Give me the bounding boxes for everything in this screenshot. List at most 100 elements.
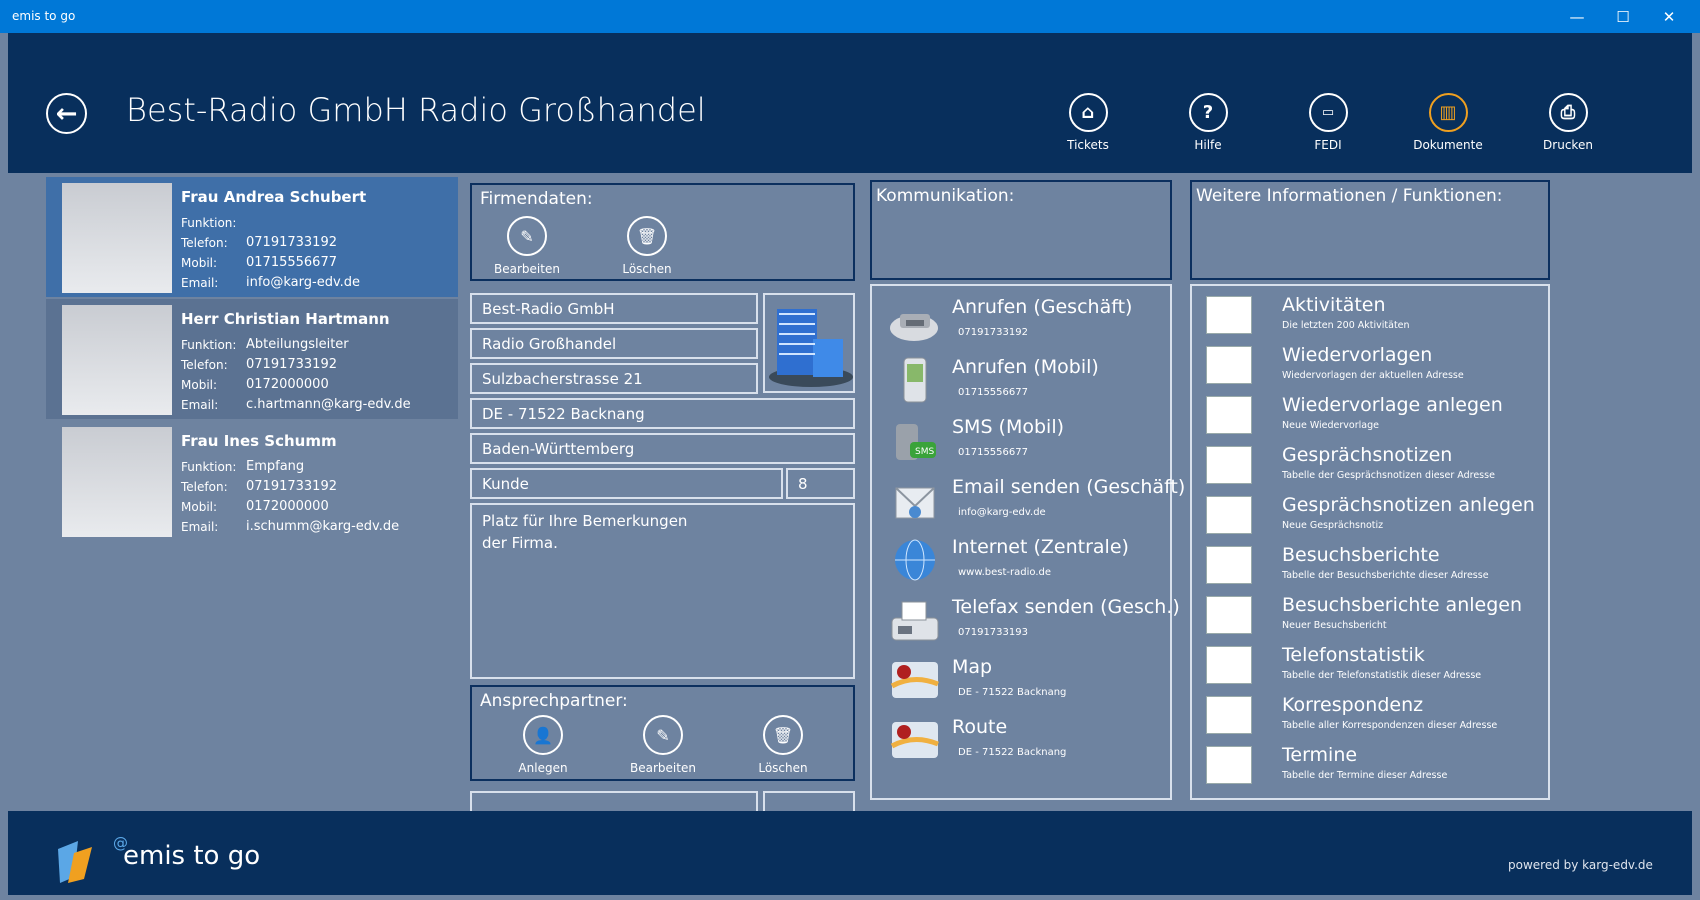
help-icon: ?: [1188, 93, 1228, 132]
kommunikation-title: Kommunikation:: [876, 186, 1015, 206]
documents-label: Dokumente: [1413, 138, 1483, 152]
info-subtitle: Tabelle der Gesprächsnotizen dieser Adre…: [1282, 470, 1495, 481]
minimize-button[interactable]: —: [1554, 0, 1600, 33]
telefon-value: 07191733192: [246, 357, 337, 372]
info-list-item[interactable]: Telefonstatistik Tabelle der Telefonstat…: [1206, 644, 1546, 694]
mobil-value: 0172000000: [246, 377, 329, 392]
help-button[interactable]: ? Hilfe: [1158, 93, 1258, 152]
comm-subtitle: 01715556677: [958, 447, 1028, 458]
building-image: [763, 293, 855, 393]
edit-contact-button[interactable]: ✎ Bearbeiten: [618, 715, 708, 775]
window-titlebar: emis to go — ☐ ✕: [0, 0, 1700, 33]
documents-button[interactable]: ▥ Dokumente: [1398, 93, 1498, 152]
print-button[interactable]: ⎙ Drucken: [1518, 93, 1618, 152]
close-button[interactable]: ✕: [1646, 0, 1692, 33]
email-icon: [895, 487, 935, 519]
table-icon: [1206, 696, 1252, 734]
sms-icon: SMS: [896, 424, 936, 460]
page-title: Best-Radio GmbH Radio Großhandel: [126, 91, 706, 129]
weitere-title: Weitere Informationen / Funktionen:: [1196, 186, 1503, 206]
info-list-item[interactable]: Termine Tabelle der Termine dieser Adres…: [1206, 744, 1546, 794]
info-list-item[interactable]: Wiedervorlage anlegen Neue Wiedervorlage: [1206, 394, 1546, 444]
info-title: Besuchsberichte anlegen: [1282, 594, 1523, 616]
help-label: Hilfe: [1194, 138, 1222, 152]
delete-contact-button[interactable]: 🗑 Löschen: [738, 715, 828, 775]
funktion-value: Abteilungsleiter: [246, 337, 349, 352]
map-icon: [890, 662, 939, 698]
internet-item[interactable]: Internet (Zentrale) www.best-radio.de: [888, 536, 1168, 594]
email-item[interactable]: Email senden (Geschäft) info@karg-edv.de: [888, 476, 1185, 534]
info-list-item[interactable]: Aktivitäten Die letzten 200 Aktivitäten: [1206, 294, 1546, 344]
delete-label: Löschen: [758, 761, 808, 775]
info-subtitle: Tabelle der Telefonstatistik dieser Adre…: [1282, 670, 1482, 681]
contact-card[interactable]: Herr Christian Hartmann Funktion: Abteil…: [46, 299, 458, 419]
footer-bar: @ emis to go powered by karg-edv.de: [8, 811, 1692, 895]
info-list-item[interactable]: Gesprächsnotizen anlegen Neue Gesprächsn…: [1206, 494, 1546, 544]
back-button[interactable]: ←: [46, 93, 87, 134]
app-window: ← Best-Radio GmbH Radio Großhandel ⌂ Tic…: [8, 33, 1692, 895]
map-item[interactable]: Map DE - 71522 Backnang: [888, 656, 1168, 714]
fedi-button[interactable]: ▭ FEDI: [1278, 93, 1378, 152]
info-list-item[interactable]: Besuchsberichte Tabelle der Besuchsberic…: [1206, 544, 1546, 594]
comm-subtitle: www.best-radio.de: [958, 567, 1052, 578]
customer-type-field[interactable]: Kunde: [470, 468, 783, 499]
customer-number-field[interactable]: 8: [786, 468, 855, 499]
info-list-item[interactable]: Wiedervorlagen Wiedervorlagen der aktuel…: [1206, 344, 1546, 394]
delete-company-button[interactable]: 🗑 Löschen: [602, 216, 692, 276]
trash-icon: 🗑: [763, 715, 803, 755]
info-title: Termine: [1282, 744, 1358, 766]
pencil-icon: ✎: [507, 216, 547, 256]
fax-item[interactable]: Telefax senden (Gesch.) 07191733193: [888, 596, 1180, 654]
maximize-button[interactable]: ☐: [1600, 0, 1646, 33]
call-mobile-item[interactable]: Anrufen (Mobil) 01715556677: [888, 356, 1168, 414]
email-value: info@karg-edv.de: [246, 275, 361, 290]
info-list-item[interactable]: Gesprächsnotizen Tabelle der Gesprächsno…: [1206, 444, 1546, 494]
edit-company-button[interactable]: ✎ Bearbeiten: [482, 216, 572, 276]
contact-card[interactable]: Frau Ines Schumm Funktion: Empfang Telef…: [46, 421, 458, 541]
table-icon: [1206, 646, 1252, 684]
avatar: [62, 183, 172, 293]
comm-title: Map: [952, 656, 993, 678]
tickets-button[interactable]: ⌂ Tickets: [1038, 93, 1138, 152]
delete-label: Löschen: [622, 262, 672, 276]
print-icon: ⎙: [1548, 93, 1588, 132]
street-field[interactable]: Sulzbacherstrasse 21: [470, 363, 758, 394]
comm-subtitle: DE - 71522 Backnang: [958, 687, 1067, 698]
svg-text:SMS: SMS: [915, 447, 934, 457]
remarks-textarea[interactable]: Platz für Ihre Bemerkungen der Firma.: [470, 503, 855, 679]
kommunikation-list: Anrufen (Geschäft) 07191733192 Anrufen (…: [870, 284, 1185, 800]
partial-field: [470, 791, 758, 811]
comm-title: SMS (Mobil): [952, 416, 1065, 438]
firmendaten-title: Firmendaten:: [480, 189, 593, 209]
partial-image: [763, 791, 855, 811]
sms-item[interactable]: SMS SMS (Mobil) 01715556677: [888, 416, 1168, 474]
info-subtitle: Wiedervorlagen der aktuellen Adresse: [1282, 370, 1464, 381]
route-item[interactable]: Route DE - 71522 Backnang: [888, 716, 1168, 774]
state-field[interactable]: Baden-Württemberg: [470, 433, 855, 464]
contact-card[interactable]: Frau Andrea Schubert Funktion: Telefon: …: [46, 177, 458, 297]
table-edit-icon: [1206, 396, 1252, 434]
info-list-item[interactable]: Korrespondenz Tabelle aller Korresponden…: [1206, 694, 1546, 744]
table-edit-icon: [1206, 496, 1252, 534]
call-business-item[interactable]: Anrufen (Geschäft) 07191733192: [888, 296, 1168, 354]
info-list-item[interactable]: Besuchsberichte anlegen Neuer Besuchsber…: [1206, 594, 1546, 644]
comm-subtitle: 07191733193: [958, 627, 1028, 638]
info-title: Gesprächsnotizen: [1282, 444, 1453, 466]
info-title: Aktivitäten: [1282, 294, 1386, 316]
add-contact-button[interactable]: 👤 Anlegen: [498, 715, 588, 775]
city-field[interactable]: DE - 71522 Backnang: [470, 398, 855, 429]
company-name-field[interactable]: Best-Radio GmbH: [470, 293, 758, 324]
globe-icon: [895, 539, 935, 581]
company-suffix-field[interactable]: Radio Großhandel: [470, 328, 758, 359]
telefon-value: 07191733192: [246, 479, 337, 494]
weitere-list: Aktivitäten Die letzten 200 Aktivitäten …: [1190, 284, 1550, 800]
telefon-value: 07191733192: [246, 235, 337, 250]
info-title: Besuchsberichte: [1282, 544, 1440, 566]
comm-subtitle: 07191733192: [958, 327, 1028, 338]
comm-subtitle: info@karg-edv.de: [958, 507, 1046, 518]
info-title: Gesprächsnotizen anlegen: [1282, 494, 1535, 516]
telefon-label: Telefon:: [181, 480, 228, 494]
contact-name: Herr Christian Hartmann: [181, 310, 390, 328]
funktion-label: Funktion:: [181, 338, 237, 352]
ansprechpartner-title: Ansprechpartner:: [480, 691, 628, 711]
